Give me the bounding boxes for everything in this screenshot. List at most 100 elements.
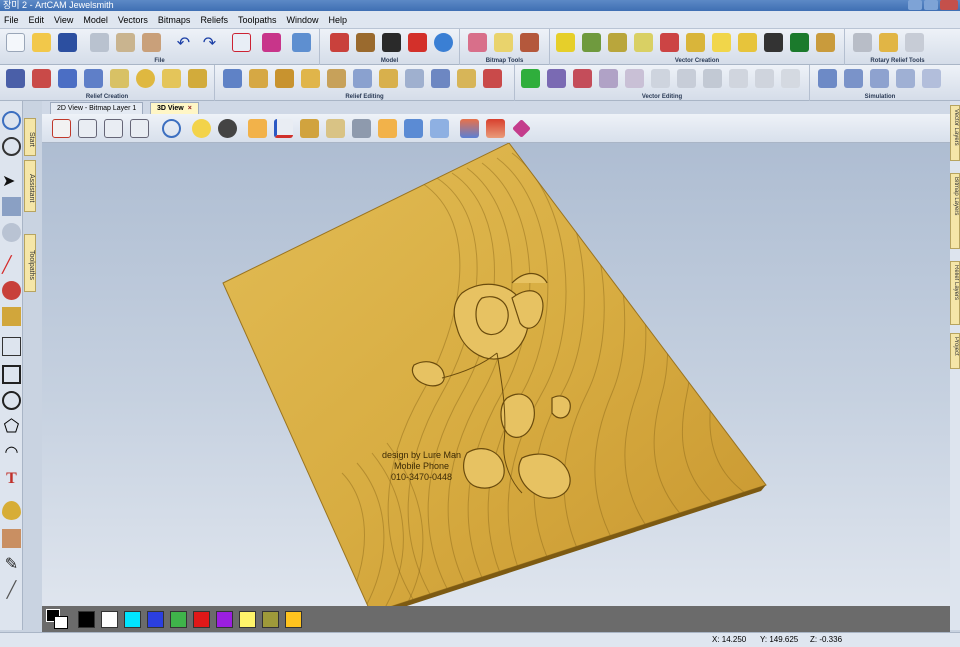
menu-toolpaths[interactable]: Toolpaths [238, 15, 277, 25]
edit-icon-4[interactable] [301, 69, 320, 88]
text-tool-icon[interactable]: T [2, 469, 21, 488]
node-edit-icon[interactable] [2, 197, 21, 216]
vector-icon-11[interactable] [816, 33, 835, 52]
material-icon[interactable] [300, 119, 319, 138]
sim-icon-4[interactable] [896, 69, 915, 88]
menu-reliefs[interactable]: Reliefs [200, 15, 228, 25]
front-view-icon[interactable] [78, 119, 97, 138]
fg-bg-color-selector[interactable] [46, 609, 70, 629]
red-shade-icon[interactable] [486, 119, 505, 138]
vedit-icon-10[interactable] [755, 69, 774, 88]
edit-icon-2[interactable] [249, 69, 268, 88]
pencil-red-icon[interactable]: ╱ [2, 255, 21, 274]
circle-icon[interactable] [2, 391, 21, 410]
swatch-gold[interactable] [285, 610, 302, 628]
layers-icon[interactable] [292, 33, 311, 52]
menu-vectors[interactable]: Vectors [118, 15, 148, 25]
right-tab-relief-layers[interactable]: Relief Layers [950, 261, 960, 325]
relief-icon-4[interactable] [84, 69, 103, 88]
polygon-icon[interactable]: ⬠ [2, 417, 21, 436]
rotary-icon-1[interactable] [853, 33, 872, 52]
globe-icon[interactable] [2, 137, 21, 156]
star-icon[interactable] [58, 69, 77, 88]
nc-icon[interactable] [764, 33, 783, 52]
block-icon[interactable] [352, 119, 371, 138]
select-arrow-icon[interactable]: ➤ [2, 171, 21, 190]
sim-icon-1[interactable] [818, 69, 837, 88]
grid-sphere-icon[interactable] [434, 33, 453, 52]
vector-icon-1[interactable] [556, 33, 575, 52]
edit-icon-8[interactable] [405, 69, 424, 88]
redo-icon[interactable]: ↷ [200, 33, 219, 52]
axes-icon[interactable] [274, 119, 293, 138]
grid-green-icon[interactable] [790, 33, 809, 52]
edit-icon-11[interactable] [483, 69, 502, 88]
vedit-icon-7[interactable] [677, 69, 696, 88]
bitmap-tool-icon-1[interactable] [468, 33, 487, 52]
vector-icon-2[interactable] [582, 33, 601, 52]
zoom-icon[interactable] [2, 111, 21, 130]
rotary-icon-3[interactable] [905, 33, 924, 52]
light-bulb-icon[interactable] [192, 119, 211, 138]
plane-icon[interactable] [326, 119, 345, 138]
menu-edit[interactable]: Edit [29, 15, 45, 25]
vedit-icon-6[interactable] [651, 69, 670, 88]
swatch-olive[interactable] [262, 610, 279, 628]
open-folder-icon[interactable] [32, 33, 51, 52]
bitmap-tool-icon-2[interactable] [494, 33, 513, 52]
swatch-purple[interactable] [216, 610, 233, 628]
tab-2d-view[interactable]: 2D View - Bitmap Layer 1 [50, 102, 144, 114]
vedit-icon-9[interactable] [729, 69, 748, 88]
edit-icon-9[interactable] [431, 69, 450, 88]
menu-help[interactable]: Help [329, 15, 348, 25]
transform-icon[interactable] [2, 223, 21, 242]
maximize-button[interactable] [924, 0, 938, 10]
sim-icon-3[interactable] [870, 69, 889, 88]
save-icon[interactable] [58, 33, 77, 52]
edit-icon-3[interactable] [275, 69, 294, 88]
relief-icon-5[interactable] [110, 69, 129, 88]
relief-icon-1[interactable] [6, 69, 25, 88]
cut-icon[interactable] [90, 33, 109, 52]
vedit-icon-4[interactable] [599, 69, 618, 88]
close-window-button[interactable] [940, 0, 958, 10]
notes-icon[interactable] [232, 33, 251, 52]
relief-icon-8[interactable] [188, 69, 207, 88]
vedit-icon-5[interactable] [625, 69, 644, 88]
menu-view[interactable]: View [54, 15, 73, 25]
tab-3d-view[interactable]: 3D View × [150, 102, 199, 114]
model-icon-2[interactable] [356, 33, 375, 52]
sim-icon-5[interactable] [922, 69, 941, 88]
background-color[interactable] [54, 616, 68, 629]
eye-icon[interactable] [218, 119, 237, 138]
paint-icon[interactable] [2, 281, 21, 300]
drop-icon[interactable] [2, 501, 21, 520]
pen-icon[interactable] [404, 119, 423, 138]
edit-icon-10[interactable] [457, 69, 476, 88]
color-shade-icon[interactable] [460, 119, 479, 138]
vector-icon-7[interactable] [712, 33, 731, 52]
bitmap-tool-icon-3[interactable] [520, 33, 539, 52]
right-tab-vector-layers[interactable]: Vector Layers [950, 105, 960, 161]
new-file-icon[interactable] [6, 33, 25, 52]
vector-icon-8[interactable] [738, 33, 757, 52]
texture-icon[interactable] [136, 69, 155, 88]
vector-icon-3[interactable] [608, 33, 627, 52]
shaded-relief-icon[interactable] [248, 119, 267, 138]
swatch-blue[interactable] [147, 610, 164, 628]
side-tab-toolpaths[interactable]: Toolpaths [24, 234, 36, 292]
vector-icon-6[interactable] [686, 33, 705, 52]
side-tab-start[interactable]: Start [24, 118, 36, 156]
side-view-icon[interactable] [104, 119, 123, 138]
viewport-3d[interactable]: design by Lure Man Mobile Phone 010-3470… [42, 143, 950, 606]
minimize-button[interactable] [908, 0, 922, 10]
edit-icon-7[interactable] [379, 69, 398, 88]
menu-window[interactable]: Window [286, 15, 318, 25]
fill-icon[interactable] [2, 307, 21, 326]
book-icon[interactable] [262, 33, 281, 52]
top-view-icon[interactable] [130, 119, 149, 138]
rectangle-icon[interactable] [2, 365, 21, 384]
flat-shade-icon[interactable] [430, 119, 449, 138]
rotary-icon-2[interactable] [879, 33, 898, 52]
vedit-icon-11[interactable] [781, 69, 800, 88]
